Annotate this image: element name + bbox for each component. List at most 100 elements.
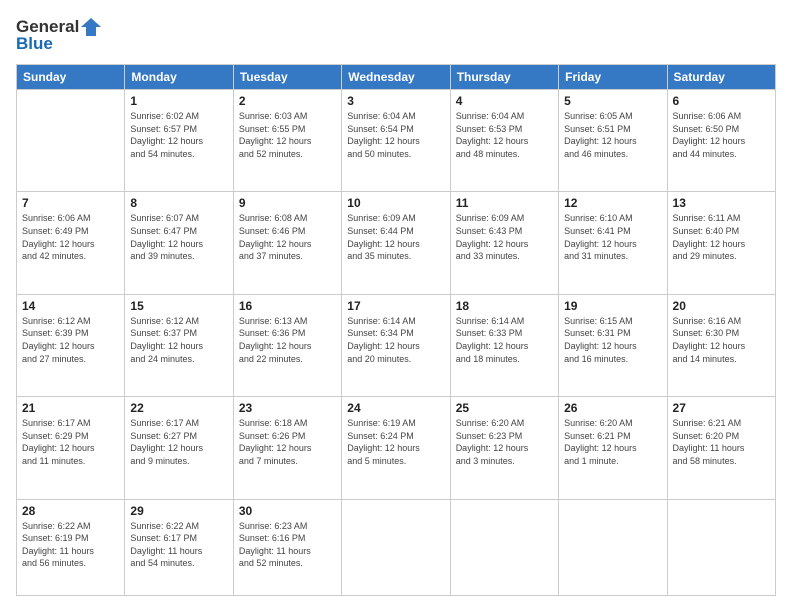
day-number: 29 (130, 504, 227, 518)
calendar-day-cell: 18 Sunrise: 6:14 AM Sunset: 6:33 PM Dayli… (450, 294, 558, 396)
day-info: Sunrise: 6:10 AM Sunset: 6:41 PM Dayligh… (564, 212, 661, 262)
day-info: Sunrise: 6:12 AM Sunset: 6:39 PM Dayligh… (22, 315, 119, 365)
day-number: 22 (130, 401, 227, 415)
calendar-day-cell: 5 Sunrise: 6:05 AM Sunset: 6:51 PM Daylig… (559, 90, 667, 192)
calendar-day-cell: 16 Sunrise: 6:13 AM Sunset: 6:36 PM Dayli… (233, 294, 341, 396)
day-number: 28 (22, 504, 119, 518)
calendar-day-cell: 22 Sunrise: 6:17 AM Sunset: 6:27 PM Dayli… (125, 397, 233, 499)
day-number: 2 (239, 94, 336, 108)
day-number: 18 (456, 299, 553, 313)
day-info: Sunrise: 6:04 AM Sunset: 6:54 PM Dayligh… (347, 110, 444, 160)
day-number: 6 (673, 94, 770, 108)
day-info: Sunrise: 6:17 AM Sunset: 6:27 PM Dayligh… (130, 417, 227, 467)
day-number: 3 (347, 94, 444, 108)
logo-text-block: General Blue (16, 16, 103, 54)
logo-arrow-icon (81, 16, 103, 38)
day-info: Sunrise: 6:17 AM Sunset: 6:29 PM Dayligh… (22, 417, 119, 467)
day-number: 19 (564, 299, 661, 313)
day-number: 7 (22, 196, 119, 210)
calendar-day-cell: 1 Sunrise: 6:02 AM Sunset: 6:57 PM Daylig… (125, 90, 233, 192)
day-number: 4 (456, 94, 553, 108)
logo-blue: Blue (16, 34, 53, 54)
calendar-day-cell: 27 Sunrise: 6:21 AM Sunset: 6:20 PM Dayli… (667, 397, 775, 499)
day-info: Sunrise: 6:20 AM Sunset: 6:21 PM Dayligh… (564, 417, 661, 467)
calendar-table: SundayMondayTuesdayWednesdayThursdayFrid… (16, 64, 776, 596)
calendar-day-cell: 12 Sunrise: 6:10 AM Sunset: 6:41 PM Dayli… (559, 192, 667, 294)
weekday-header: Saturday (667, 65, 775, 90)
day-number: 25 (456, 401, 553, 415)
day-number: 1 (130, 94, 227, 108)
day-info: Sunrise: 6:09 AM Sunset: 6:44 PM Dayligh… (347, 212, 444, 262)
calendar-day-cell: 17 Sunrise: 6:14 AM Sunset: 6:34 PM Dayli… (342, 294, 450, 396)
calendar-day-cell: 26 Sunrise: 6:20 AM Sunset: 6:21 PM Dayli… (559, 397, 667, 499)
day-number: 14 (22, 299, 119, 313)
day-info: Sunrise: 6:06 AM Sunset: 6:49 PM Dayligh… (22, 212, 119, 262)
day-info: Sunrise: 6:05 AM Sunset: 6:51 PM Dayligh… (564, 110, 661, 160)
calendar-day-cell (17, 90, 125, 192)
weekday-header: Friday (559, 65, 667, 90)
day-number: 16 (239, 299, 336, 313)
day-number: 27 (673, 401, 770, 415)
calendar-day-cell: 25 Sunrise: 6:20 AM Sunset: 6:23 PM Dayli… (450, 397, 558, 499)
day-number: 20 (673, 299, 770, 313)
day-info: Sunrise: 6:15 AM Sunset: 6:31 PM Dayligh… (564, 315, 661, 365)
day-info: Sunrise: 6:07 AM Sunset: 6:47 PM Dayligh… (130, 212, 227, 262)
calendar-day-cell (450, 499, 558, 596)
day-info: Sunrise: 6:03 AM Sunset: 6:55 PM Dayligh… (239, 110, 336, 160)
calendar-day-cell: 23 Sunrise: 6:18 AM Sunset: 6:26 PM Dayli… (233, 397, 341, 499)
calendar-day-cell: 8 Sunrise: 6:07 AM Sunset: 6:47 PM Daylig… (125, 192, 233, 294)
calendar-day-cell: 7 Sunrise: 6:06 AM Sunset: 6:49 PM Daylig… (17, 192, 125, 294)
calendar-day-cell: 13Sunrise: 6:11 AM Sunset: 6:40 PM Dayli… (667, 192, 775, 294)
weekday-header: Thursday (450, 65, 558, 90)
day-number: 8 (130, 196, 227, 210)
weekday-header-row: SundayMondayTuesdayWednesdayThursdayFrid… (17, 65, 776, 90)
header: General Blue (16, 16, 776, 54)
day-number: 23 (239, 401, 336, 415)
day-number: 5 (564, 94, 661, 108)
day-info: Sunrise: 6:02 AM Sunset: 6:57 PM Dayligh… (130, 110, 227, 160)
day-number: 17 (347, 299, 444, 313)
day-info: Sunrise: 6:06 AM Sunset: 6:50 PM Dayligh… (673, 110, 770, 160)
day-info: Sunrise: 6:20 AM Sunset: 6:23 PM Dayligh… (456, 417, 553, 467)
calendar-day-cell: 15 Sunrise: 6:12 AM Sunset: 6:37 PM Dayli… (125, 294, 233, 396)
day-info: Sunrise: 6:14 AM Sunset: 6:34 PM Dayligh… (347, 315, 444, 365)
day-info: Sunrise: 6:16 AM Sunset: 6:30 PM Dayligh… (673, 315, 770, 365)
calendar-day-cell: 21 Sunrise: 6:17 AM Sunset: 6:29 PM Dayli… (17, 397, 125, 499)
day-number: 24 (347, 401, 444, 415)
weekday-header: Tuesday (233, 65, 341, 90)
calendar-week-row: 28 Sunrise: 6:22 AM Sunset: 6:19 PM Dayli… (17, 499, 776, 596)
weekday-header: Monday (125, 65, 233, 90)
day-info: Sunrise: 6:04 AM Sunset: 6:53 PM Dayligh… (456, 110, 553, 160)
day-number: 26 (564, 401, 661, 415)
day-info: Sunrise: 6:19 AM Sunset: 6:24 PM Dayligh… (347, 417, 444, 467)
calendar-day-cell: 14 Sunrise: 6:12 AM Sunset: 6:39 PM Dayli… (17, 294, 125, 396)
day-info: Sunrise: 6:21 AM Sunset: 6:20 PM Dayligh… (673, 417, 770, 467)
day-info: Sunrise: 6:22 AM Sunset: 6:17 PM Dayligh… (130, 520, 227, 570)
calendar-week-row: 14 Sunrise: 6:12 AM Sunset: 6:39 PM Dayli… (17, 294, 776, 396)
calendar-day-cell: 9Sunrise: 6:08 AM Sunset: 6:46 PM Daylig… (233, 192, 341, 294)
calendar-day-cell (559, 499, 667, 596)
logo: General Blue (16, 16, 103, 54)
day-info: Sunrise: 6:18 AM Sunset: 6:26 PM Dayligh… (239, 417, 336, 467)
calendar-day-cell: 2 Sunrise: 6:03 AM Sunset: 6:55 PM Daylig… (233, 90, 341, 192)
calendar-day-cell: 3 Sunrise: 6:04 AM Sunset: 6:54 PM Daylig… (342, 90, 450, 192)
calendar-week-row: 7 Sunrise: 6:06 AM Sunset: 6:49 PM Daylig… (17, 192, 776, 294)
calendar-day-cell (342, 499, 450, 596)
day-info: Sunrise: 6:12 AM Sunset: 6:37 PM Dayligh… (130, 315, 227, 365)
day-info: Sunrise: 6:22 AM Sunset: 6:19 PM Dayligh… (22, 520, 119, 570)
day-number: 9 (239, 196, 336, 210)
day-number: 30 (239, 504, 336, 518)
day-number: 12 (564, 196, 661, 210)
day-number: 21 (22, 401, 119, 415)
calendar-week-row: 1 Sunrise: 6:02 AM Sunset: 6:57 PM Daylig… (17, 90, 776, 192)
day-info: Sunrise: 6:09 AM Sunset: 6:43 PM Dayligh… (456, 212, 553, 262)
day-info: Sunrise: 6:11 AM Sunset: 6:40 PM Dayligh… (673, 212, 770, 262)
day-number: 10 (347, 196, 444, 210)
day-number: 15 (130, 299, 227, 313)
calendar-page: General Blue SundayMondayTuesdayWednesda… (0, 0, 792, 612)
calendar-day-cell: 11Sunrise: 6:09 AM Sunset: 6:43 PM Dayli… (450, 192, 558, 294)
day-info: Sunrise: 6:14 AM Sunset: 6:33 PM Dayligh… (456, 315, 553, 365)
weekday-header: Sunday (17, 65, 125, 90)
calendar-day-cell: 10 Sunrise: 6:09 AM Sunset: 6:44 PM Dayli… (342, 192, 450, 294)
day-info: Sunrise: 6:13 AM Sunset: 6:36 PM Dayligh… (239, 315, 336, 365)
